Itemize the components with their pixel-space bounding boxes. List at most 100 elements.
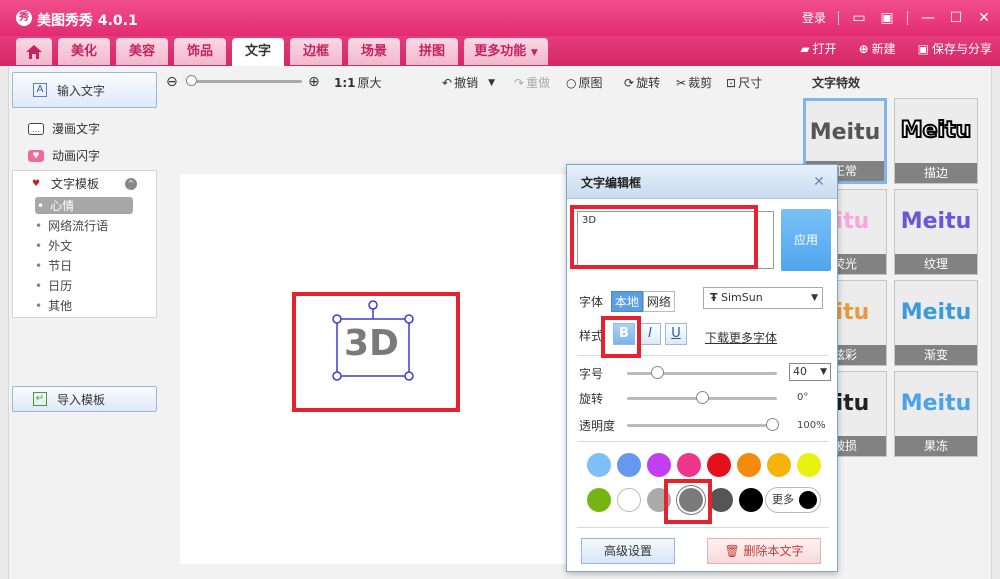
more-colors-button[interactable]: 更多 [765,487,821,513]
zoom-slider-knob[interactable] [186,75,197,86]
template-item[interactable]: 心情 [35,197,133,214]
zoom-slider[interactable] [186,80,302,83]
opacity-slider[interactable] [627,424,777,427]
input-text-button[interactable]: A 输入文字 [12,72,157,108]
delete-text-button[interactable]: 🗑 删除本文字 [707,538,821,564]
download-fonts-link[interactable]: 下载更多字体 [705,329,777,346]
window-controls: 登录 ▭ ▣ — ☐ ✕ [802,9,992,26]
close-icon[interactable]: ✕ [811,174,827,190]
color-swatch[interactable] [767,453,791,477]
effect-outline[interactable]: Meitu 描边 [894,98,978,184]
tab-accessories[interactable]: 饰品 [174,38,226,65]
italic-button[interactable]: I [639,323,661,345]
apply-button[interactable]: 应用 [781,209,831,271]
maximize-icon[interactable]: ☐ [948,10,964,26]
color-swatch[interactable] [647,453,671,477]
color-swatch[interactable] [587,453,611,477]
template-item[interactable]: 日历 [35,277,72,294]
crop-button[interactable]: ✂ 裁剪 [676,74,712,91]
original-size-button[interactable]: 1:1 原大 [334,74,382,91]
dimension-label: 尺寸 [738,76,763,90]
save-share-button[interactable]: ▣ 保存与分享 [918,40,992,57]
effect-label: 果冻 [895,436,977,456]
undo-button[interactable]: ↶ 撤销 ▼ [442,74,495,91]
color-swatch[interactable] [797,453,821,477]
new-label: 新建 [871,42,896,56]
title-bar: 秀 美图秀秀 4.0.1 登录 ▭ ▣ — ☐ ✕ [0,0,1000,36]
home-tab[interactable] [16,38,52,65]
close-icon[interactable]: ✕ [976,10,992,26]
open-button[interactable]: ▰ 打开 [800,40,836,57]
effect-jelly[interactable]: Meitu 果冻 [894,371,978,457]
effect-texture[interactable]: Meitu 纹理 [894,189,978,275]
template-item[interactable]: 外文 [35,237,72,254]
dimension-button[interactable]: ⊡ 尺寸 [726,74,762,91]
color-swatch[interactable] [739,488,763,512]
feedback-icon[interactable]: ▭ [851,10,867,26]
effect-preview: Meitu [900,391,972,416]
rotate-label: 旋转 [636,76,661,90]
underline-button[interactable]: U [665,323,687,345]
size-select[interactable]: 40 ▼ [789,363,831,381]
size-slider-knob[interactable] [651,366,664,379]
size-slider[interactable] [627,372,777,375]
zoom-out-icon[interactable]: ⊖ [166,74,178,90]
template-item[interactable]: 其他 [35,297,72,314]
color-swatch[interactable] [617,453,641,477]
color-swatch[interactable] [709,488,733,512]
opacity-slider-knob[interactable] [766,418,779,431]
zoom-in-icon[interactable]: ⊕ [308,74,320,90]
size-value: 40 [793,365,807,378]
color-swatch[interactable] [677,453,701,477]
original-image-button[interactable]: ○ 原图 [566,74,603,91]
template-group-label: 文字模板 [51,177,100,191]
tab-frame[interactable]: 边框 [290,38,342,65]
template-item[interactable]: 网络流行语 [35,217,108,234]
rotate-slider-knob[interactable] [696,391,709,404]
original-size-label: 原大 [357,76,382,90]
zoom-ratio: 1:1 [334,75,356,90]
settings-icon[interactable]: ▣ [879,10,895,26]
color-swatch[interactable] [737,453,761,477]
effect-gradient[interactable]: Meitu 渐变 [894,280,978,366]
chevron-down-icon: ▼ [820,367,827,377]
template-item[interactable]: 节日 [35,257,72,274]
import-template-button[interactable]: ↵ 导入模板 [12,386,157,412]
minimize-icon[interactable]: — [920,10,936,26]
font-network-toggle[interactable]: 网络 [642,291,675,312]
color-swatch[interactable] [587,488,611,512]
canvas-text[interactable]: 3D [344,323,399,364]
tab-text[interactable]: 文字 [232,38,284,66]
comic-text-label: 漫画文字 [52,122,101,136]
advanced-settings-button[interactable]: 高级设置 [581,538,675,564]
color-swatch[interactable] [707,453,731,477]
template-group-header[interactable]: ♥ 文字模板 ^ [29,175,138,192]
chevron-down-icon[interactable]: ▼ [488,78,495,88]
divider [907,10,908,25]
template-icon: ♥ [29,177,43,190]
tab-collage[interactable]: 拼图 [406,38,458,65]
font-type-icon: Ŧ [710,291,718,304]
font-local-toggle[interactable]: 本地 [610,291,643,312]
font-row: 字体 本地 网络 [579,291,675,312]
delete-label: 删除本文字 [743,544,804,558]
new-button[interactable]: ⊕ 新建 [859,40,896,57]
tab-beauty[interactable]: 美容 [116,38,168,65]
more-colors-label: 更多 [772,493,794,506]
comic-text-item[interactable]: … 漫画文字 [28,120,100,137]
tab-beautify[interactable]: 美化 [58,38,110,65]
animated-text-item[interactable]: ♥ 动画闪字 [28,147,100,164]
font-select[interactable]: Ŧ SimSun ▼ [703,287,823,309]
effect-label: 纹理 [895,254,977,274]
color-swatch[interactable] [617,488,641,512]
font-name: SimSun [721,291,763,304]
effect-preview: Meitu [809,120,881,145]
highlight-box [601,316,641,358]
collapse-icon[interactable]: ^ [125,177,138,190]
redo-button[interactable]: ↷ 重做 [514,74,550,91]
input-text-label: 输入文字 [57,83,106,98]
login-link[interactable]: 登录 [802,9,826,26]
tab-more-features[interactable]: 更多功能 ▼ [464,38,548,65]
rotate-button[interactable]: ⟳ 旋转 [624,74,660,91]
tab-scene[interactable]: 场景 [348,38,400,65]
